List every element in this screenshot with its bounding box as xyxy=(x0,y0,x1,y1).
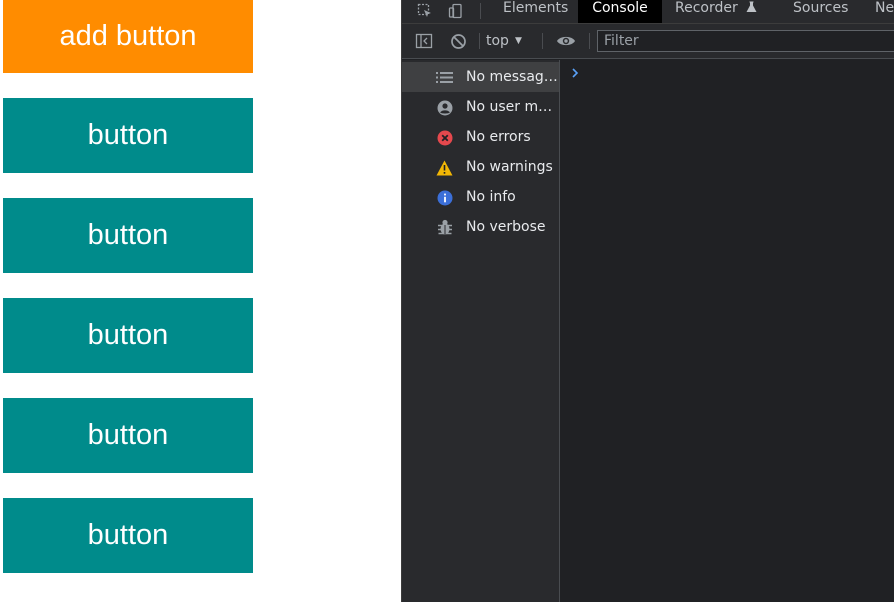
sidebar-item-messages[interactable]: No messages xyxy=(402,62,559,92)
user-icon xyxy=(436,99,453,116)
sidebar-item-user-messages[interactable]: No user me... xyxy=(402,92,559,122)
filter-input[interactable] xyxy=(597,30,894,52)
toolbar-separator xyxy=(589,33,590,49)
list-icon xyxy=(436,69,453,86)
sidebar-item-verbose[interactable]: No verbose xyxy=(402,212,559,242)
toolbar-separator xyxy=(542,33,543,49)
list-button[interactable]: button xyxy=(3,98,253,173)
tab-sources[interactable]: Sources xyxy=(793,0,863,23)
tab-network[interactable]: Ne xyxy=(875,0,894,23)
caret-down-icon: ▼ xyxy=(514,36,522,46)
device-toolbar-icon[interactable] xyxy=(445,0,467,22)
context-selector[interactable]: top ▼ xyxy=(486,30,522,52)
tab-recorder-label: Recorder xyxy=(675,0,738,16)
screen: add button button button button button b… xyxy=(0,0,894,602)
list-button[interactable]: button xyxy=(3,498,253,573)
info-icon xyxy=(436,189,453,206)
devtools-tab-bar: Elements Console Recorder Sources Ne xyxy=(402,0,894,24)
sidebar-item-label: No messages xyxy=(466,69,558,85)
inspect-element-icon[interactable] xyxy=(414,0,436,22)
eye-icon[interactable] xyxy=(555,31,577,51)
context-label: top xyxy=(486,33,509,49)
tab-elements[interactable]: Elements xyxy=(503,0,573,23)
list-button[interactable]: button xyxy=(3,298,253,373)
add-button[interactable]: add button xyxy=(3,0,253,73)
warning-icon xyxy=(436,159,453,176)
tab-console[interactable]: Console xyxy=(578,0,662,23)
tab-recorder[interactable]: Recorder xyxy=(675,0,765,23)
sidebar-item-label: No verbose xyxy=(466,219,546,235)
flask-icon xyxy=(746,1,757,18)
toolbar-separator xyxy=(479,33,480,49)
web-page: add button button button button button b… xyxy=(0,0,401,602)
list-button[interactable]: button xyxy=(3,398,253,473)
list-button[interactable]: button xyxy=(3,198,253,273)
console-toolbar: top ▼ xyxy=(402,24,894,59)
clear-console-icon[interactable] xyxy=(447,31,469,51)
sidebar-item-label: No warnings xyxy=(466,159,553,175)
sidebar-item-label: No info xyxy=(466,189,516,205)
sidebar-item-info[interactable]: No info xyxy=(402,182,559,212)
sidebar-item-warnings[interactable]: No warnings xyxy=(402,152,559,182)
sidebar-item-label: No user me... xyxy=(466,99,558,115)
sidebar-toggle-icon[interactable] xyxy=(413,31,435,51)
console-output[interactable] xyxy=(560,60,894,602)
error-icon xyxy=(436,129,453,146)
sidebar-item-errors[interactable]: No errors xyxy=(402,122,559,152)
tab-separator xyxy=(480,3,481,19)
console-prompt-chevron-icon xyxy=(570,64,582,78)
bug-icon xyxy=(436,219,453,236)
sidebar-item-label: No errors xyxy=(466,129,531,145)
devtools-panel: Elements Console Recorder Sources Ne top… xyxy=(401,0,894,602)
console-sidebar: No messages No user me... No errors No w… xyxy=(402,60,560,602)
